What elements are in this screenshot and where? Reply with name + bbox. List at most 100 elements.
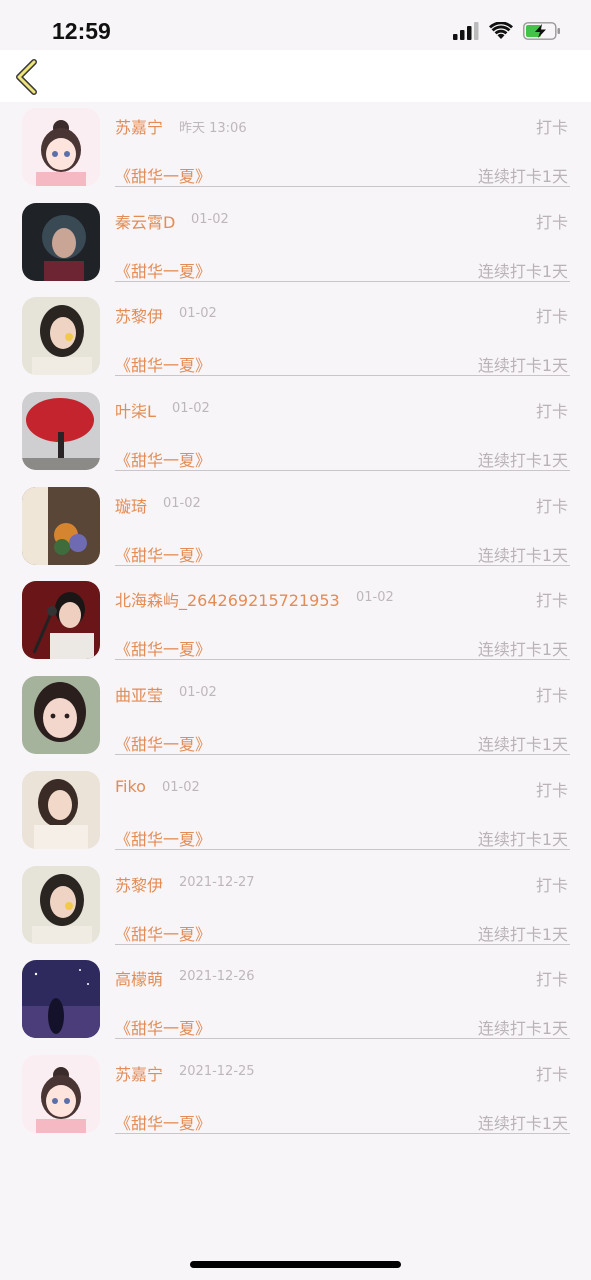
checkin-label: 打卡 (535, 970, 568, 990)
streak-text: 连续打卡1天 (477, 640, 568, 660)
book-title[interactable]: 《甜华一夏》 (115, 1110, 211, 1134)
streak-text: 连续打卡1天 (477, 167, 568, 186)
avatar[interactable] (22, 770, 100, 849)
list-item[interactable]: 曲亚莹 01-02 打卡 《甜华一夏》 连续打卡1天 (0, 670, 591, 765)
checkin-date: 2021-12-26 (179, 969, 255, 985)
avatar[interactable] (22, 676, 100, 755)
divider (115, 1038, 570, 1040)
checkin-date: 01-02 (179, 306, 217, 322)
divider (115, 375, 570, 377)
checkin-label: 打卡 (535, 402, 568, 422)
divider (115, 470, 570, 472)
checkin-label: 打卡 (535, 1064, 568, 1084)
streak-text: 连续打卡1天 (477, 1113, 568, 1133)
cellular-signal-icon (453, 22, 479, 40)
avatar[interactable] (22, 392, 100, 471)
list-item[interactable]: 苏嘉宁 昨天 13:06 打卡《甜华一夏》 连续打卡1天 (0, 102, 591, 197)
status-time: 12:59 (52, 18, 111, 44)
avatar[interactable] (22, 1054, 100, 1133)
streak-text: 连续打卡1天 (477, 451, 568, 471)
streak-text: 连续打卡1天 (477, 829, 568, 849)
divider (115, 659, 570, 661)
avatar-image (22, 960, 100, 1039)
divider (115, 943, 570, 945)
streak-text: 连续打卡1天 (477, 545, 568, 565)
streak-text: 连续打卡1天 (477, 356, 568, 376)
checkin-label: 打卡 (535, 496, 568, 516)
checkin-label: 打卡 (535, 780, 568, 800)
avatar[interactable] (22, 202, 100, 281)
checkin-date: 01-02 (356, 590, 394, 606)
avatar-image (22, 770, 100, 849)
checkin-date: 昨天 13:06 (179, 121, 247, 136)
list-item[interactable]: 秦云霄D 01-02 打卡 《甜华一夏》 连续打卡1天 (0, 197, 591, 292)
status-icons (453, 22, 561, 40)
book-title[interactable]: 《甜华一夏》 (115, 636, 211, 660)
user-name[interactable]: 曲亚莹 (115, 682, 163, 706)
list-item[interactable]: 苏黎伊 2021-12-27 打卡 《甜华一夏》 连续打卡1天 (0, 860, 591, 955)
checkin-date: 01-02 (162, 779, 200, 795)
avatar[interactable] (22, 297, 100, 376)
back-button[interactable] (10, 56, 50, 96)
checkin-date: 01-02 (172, 401, 210, 417)
avatar[interactable] (22, 486, 100, 565)
user-name[interactable]: 叶柒L (115, 398, 156, 422)
list-item[interactable]: 苏黎伊 01-02 打卡 《甜华一夏》 连续打卡1天 (0, 291, 591, 386)
status-bar: 12:59 (0, 0, 591, 50)
book-title[interactable]: 《甜华一夏》 (115, 921, 211, 945)
book-title[interactable]: 《甜华一夏》 (115, 826, 211, 850)
book-title[interactable]: 《甜华一夏》 (115, 731, 211, 755)
avatar[interactable] (22, 108, 100, 186)
list-item[interactable]: 叶柒L 01-02 打卡《甜华一夏》 连续打卡1天 (0, 386, 591, 481)
checkin-date: 2021-12-25 (179, 1063, 255, 1079)
list-item[interactable]: 高檬萌 2021-12-26 打卡 《甜华一夏》 连续打卡1天 (0, 954, 591, 1049)
divider (115, 754, 570, 756)
book-title[interactable]: 《甜华一夏》 (115, 352, 211, 376)
user-name[interactable]: 秦云霄D (115, 209, 175, 233)
divider (115, 1132, 570, 1134)
chevron-left-icon (16, 59, 37, 95)
list-item[interactable]: Fiko 01-02 打卡《甜华一夏》 连续打卡1天 (0, 765, 591, 860)
book-title[interactable]: 《甜华一夏》 (115, 258, 211, 282)
divider (115, 564, 570, 566)
list-item[interactable]: 璇琦 01-02 打卡《甜华一夏》 连续打卡1天 (0, 481, 591, 576)
user-name[interactable]: 璇琦 (115, 493, 147, 517)
avatar-image (22, 297, 100, 376)
avatar-image (22, 581, 100, 660)
wifi-icon (489, 22, 513, 39)
home-indicator (190, 1261, 401, 1268)
user-name[interactable]: Fiko (115, 777, 146, 796)
checkin-label: 打卡 (535, 118, 568, 137)
checkin-date: 01-02 (179, 685, 217, 701)
divider (115, 280, 570, 282)
checkin-label: 打卡 (535, 212, 568, 232)
user-name[interactable]: 苏黎伊 (115, 303, 163, 327)
book-title[interactable]: 《甜华一夏》 (115, 542, 211, 566)
divider (115, 186, 570, 187)
battery-charging-icon (523, 22, 560, 40)
user-name[interactable]: 北海森屿_264269215721953 (115, 587, 340, 611)
streak-text: 连续打卡1天 (477, 924, 568, 944)
user-name[interactable]: 苏黎伊 (115, 872, 163, 896)
list-item[interactable]: 北海森屿_264269215721953 01-02 打卡 《甜华一夏》 连续打卡1天 (0, 575, 591, 670)
avatar-image (22, 392, 100, 471)
avatar[interactable] (22, 865, 100, 944)
nav-bar (0, 50, 591, 102)
checkin-date: 01-02 (163, 495, 201, 511)
avatar-image (22, 865, 100, 944)
book-title[interactable]: 《甜华一夏》 (115, 163, 211, 187)
list-item[interactable]: 苏嘉宁 2021-12-25 打卡《甜华一夏》 连续打卡1天 (0, 1049, 591, 1144)
book-title[interactable]: 《甜华一夏》 (115, 1015, 211, 1039)
streak-text: 连续打卡1天 (477, 261, 568, 281)
streak-text: 连续打卡1天 (477, 735, 568, 755)
user-name[interactable]: 苏嘉宁 (115, 114, 163, 138)
checkin-list: 苏嘉宁 昨天 13:06 打卡 《甜华一夏》 连续打卡1天 秦云霄D 01-02 打卡 《甜华一… (0, 102, 591, 1144)
avatar-image (22, 486, 100, 565)
avatar[interactable] (22, 960, 100, 1039)
user-name[interactable]: 苏嘉宁 (115, 1061, 163, 1085)
checkin-label: 打卡 (535, 875, 568, 895)
user-name[interactable]: 高檬萌 (115, 966, 163, 990)
avatar[interactable] (22, 581, 100, 660)
book-title[interactable]: 《甜华一夏》 (115, 447, 211, 471)
avatar-image (22, 1054, 100, 1133)
